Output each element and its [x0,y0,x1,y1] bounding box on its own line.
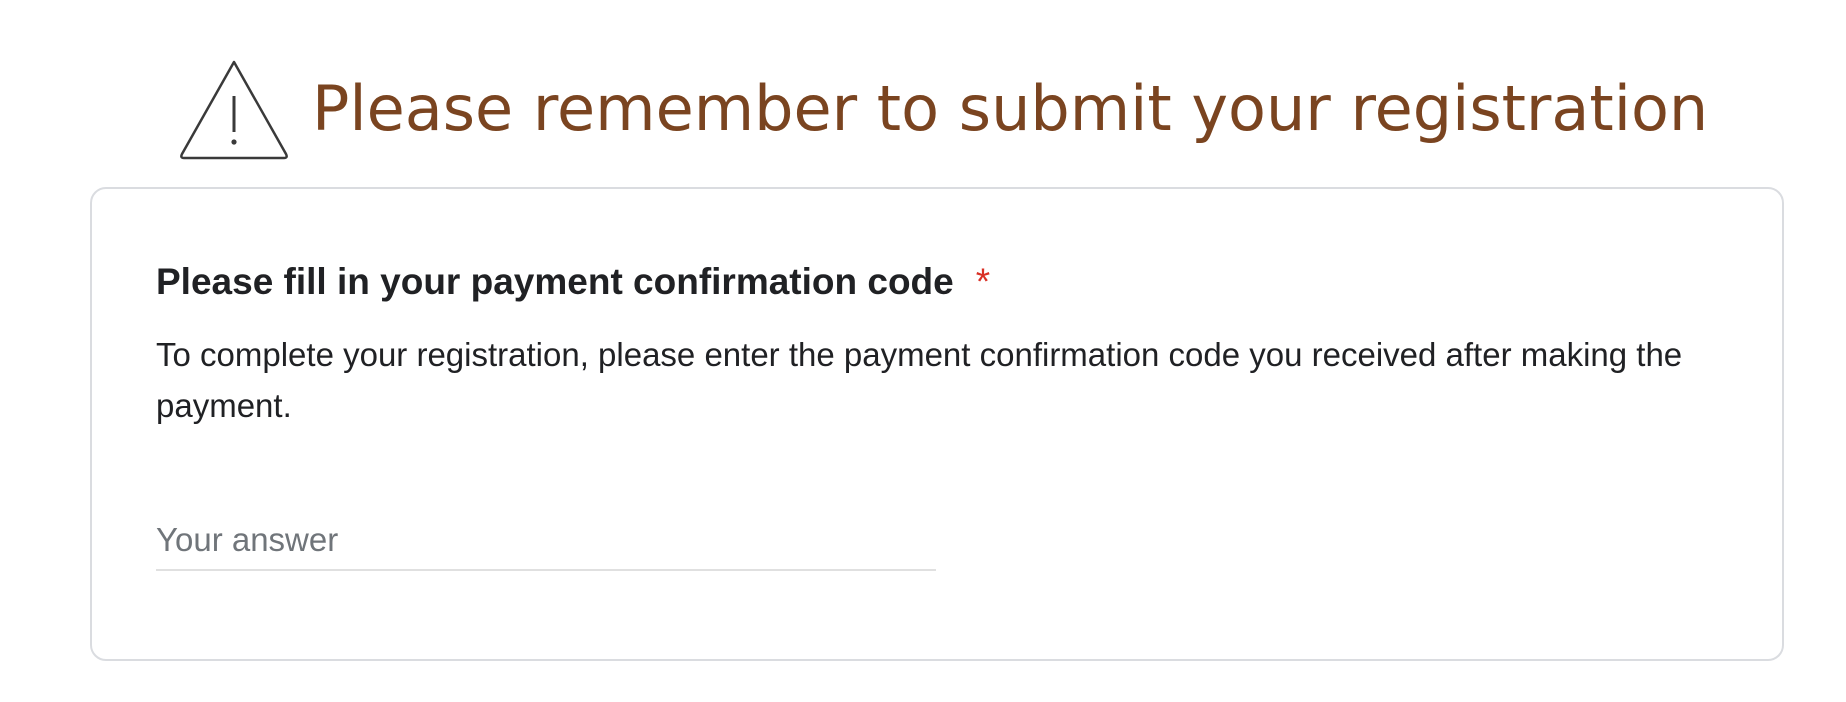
question-title: Please fill in your payment confirmation… [156,261,954,302]
required-asterisk: * [975,261,991,302]
question-header: Please fill in your payment confirmation… [156,261,990,303]
question-description: To complete your registration, please en… [156,336,1683,424]
question-card: Please fill in your payment confirmation… [90,187,1784,661]
reminder-banner: Please remember to submit your registrat… [178,56,1708,162]
answer-input[interactable] [156,511,936,571]
warning-triangle-icon [180,60,288,160]
reminder-text: Please remember to submit your registrat… [312,72,1709,145]
